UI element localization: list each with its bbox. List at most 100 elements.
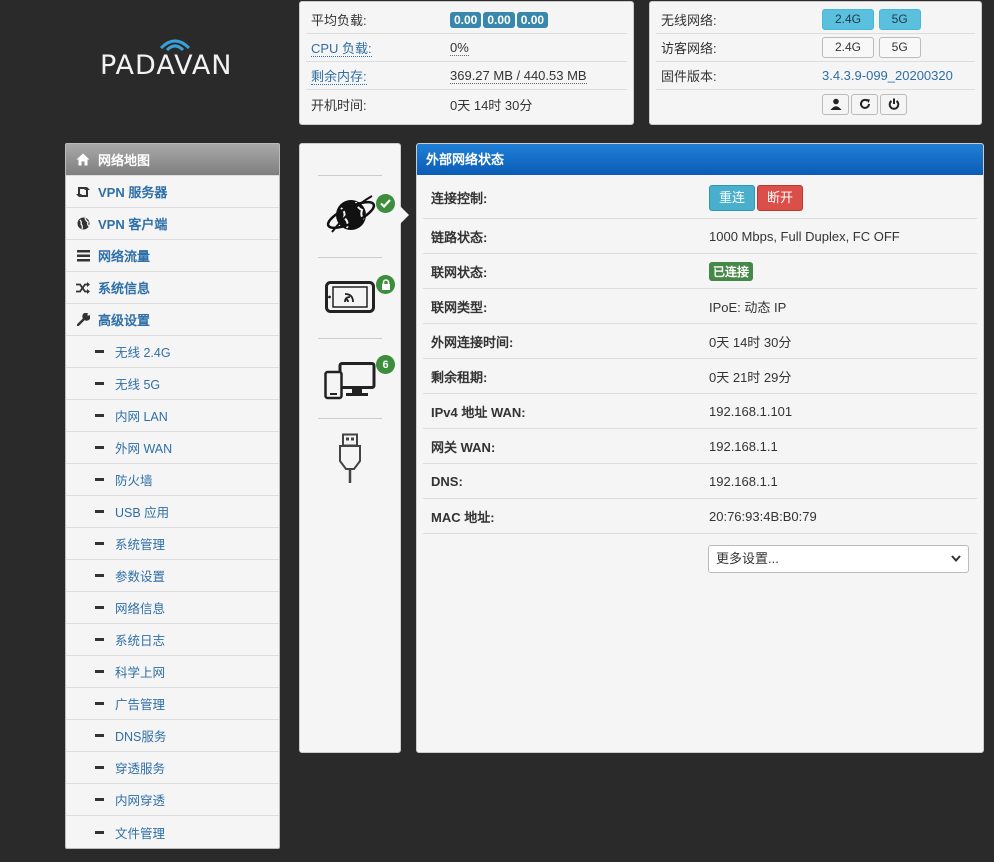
- wireless-24g-button[interactable]: 2.4G: [822, 9, 875, 30]
- logo-text: PADAVAN: [100, 50, 233, 81]
- sidebar-sub-lan-tunnel[interactable]: 内网穿透: [66, 784, 279, 816]
- divider: [318, 338, 382, 339]
- gateway-wan-label: 网关 WAN:: [431, 439, 496, 455]
- table-row: 联网状态: 已连接: [423, 254, 977, 289]
- sidebar-sub-wan[interactable]: 外网 WAN: [66, 432, 279, 464]
- table-row: 链路状态: 1000 Mbps, Full Duplex, FC OFF: [423, 219, 977, 254]
- sidebar-sub-penetration[interactable]: 穿透服务: [66, 752, 279, 784]
- divider: [318, 418, 382, 419]
- sidebar-sub-usb[interactable]: USB 应用: [66, 496, 279, 528]
- sidebar-sub-label: 参数设置: [115, 570, 166, 584]
- dash-icon: [95, 766, 104, 769]
- refresh-button[interactable]: [851, 93, 878, 115]
- sidebar-sub-wireless-24g[interactable]: 无线 2.4G: [66, 336, 279, 368]
- user-icon: [830, 98, 841, 110]
- sidebar-item-advanced[interactable]: 高级设置: [66, 304, 279, 336]
- sidebar-sub-label: 内网穿透: [115, 794, 166, 808]
- internet-button[interactable]: [324, 188, 378, 245]
- gateway-wan-value: 192.168.1.1: [709, 438, 778, 454]
- dash-icon: [95, 478, 104, 481]
- reconnect-button[interactable]: 重连: [709, 184, 756, 211]
- usb-button[interactable]: [337, 433, 363, 488]
- sidebar-sub-system-admin[interactable]: 系统管理: [66, 528, 279, 560]
- wan-status-table: 连接控制: 重连 断开 链路状态: 1000 Mbps, Full Duplex,…: [423, 177, 977, 534]
- sidebar-sub-file-manager[interactable]: 文件管理: [66, 816, 279, 848]
- firmware-version-link[interactable]: 3.4.3.9-099_20200320: [822, 68, 953, 83]
- sidebar-sub-network-info[interactable]: 网络信息: [66, 592, 279, 624]
- sidebar-sub-label: 文件管理: [115, 826, 166, 841]
- sidebar-menu: 网络地图 VPN 服务器 VPN 客户端 网络流量 系统信息 高级设置 无线 2…: [65, 143, 280, 849]
- sidebar-item-label: VPN 客户端: [98, 217, 168, 232]
- table-row: 剩余租期: 0天 21时 29分: [423, 359, 977, 394]
- selection-arrow: [400, 206, 409, 224]
- load-average-row: 平均负载: 0.00 0.00 0.00: [306, 6, 627, 34]
- dns-label: DNS:: [431, 473, 463, 489]
- dash-icon: [95, 798, 104, 801]
- divider: [318, 175, 382, 176]
- connection-control-label: 连接控制:: [431, 191, 488, 206]
- more-settings-select[interactable]: 更多设置...: [708, 545, 969, 573]
- table-row: DNS: 192.168.1.1: [423, 464, 977, 499]
- usb-icon: [339, 433, 361, 483]
- mac-address-value: 20:76:93:4B:B0:79: [709, 508, 817, 524]
- sidebar-sub-parameters[interactable]: 参数设置: [66, 560, 279, 592]
- sidebar-item-label: 系统信息: [98, 281, 151, 296]
- user-button[interactable]: [822, 93, 849, 115]
- clients-count-badge: 6: [376, 355, 395, 374]
- lease-remaining-value: 0天 21时 29分: [709, 369, 792, 385]
- ipv4-wan-value: 192.168.1.101: [709, 403, 793, 419]
- guest-network-label: 访客网络:: [661, 41, 717, 56]
- sidebar-sub-proxy[interactable]: 科学上网: [66, 656, 279, 688]
- power-button[interactable]: [880, 93, 907, 115]
- sidebar-sub-label: 无线 5G: [115, 378, 161, 392]
- link-status-label: 链路状态:: [431, 229, 488, 245]
- free-memory-link[interactable]: 剩余内存:: [311, 69, 367, 85]
- sidebar-item-traffic[interactable]: 网络流量: [66, 240, 279, 272]
- wan-uptime-value: 0天 14时 30分: [709, 334, 792, 350]
- dash-icon: [95, 542, 104, 545]
- cpu-load-link[interactable]: CPU 负载:: [311, 41, 372, 57]
- wireless-tablet-icon: [325, 281, 375, 313]
- sidebar-sub-lan[interactable]: 内网 LAN: [66, 400, 279, 432]
- cpu-load-row: CPU 负载: 0%: [306, 34, 627, 62]
- sidebar-item-network-map[interactable]: 网络地图: [66, 144, 279, 176]
- guest-5g-button[interactable]: 5G: [878, 37, 921, 58]
- sidebar-sub-label: 系统日志: [115, 634, 166, 648]
- table-row: 连接控制: 重连 断开: [423, 177, 977, 219]
- dash-icon: [95, 414, 104, 417]
- dash-icon: [95, 574, 104, 577]
- sidebar-item-label: 网络流量: [98, 249, 151, 264]
- link-status-value: 1000 Mbps, Full Duplex, FC OFF: [709, 228, 900, 244]
- sidebar-sub-label: 穿透服务: [115, 762, 166, 776]
- guest-24g-button[interactable]: 2.4G: [822, 37, 875, 58]
- disconnect-button[interactable]: 断开: [757, 184, 804, 211]
- sidebar-item-vpn-server[interactable]: VPN 服务器: [66, 176, 279, 208]
- dash-icon: [95, 382, 104, 385]
- sidebar-sub-dns[interactable]: DNS服务: [66, 720, 279, 752]
- sidebar-sub-adblock[interactable]: 广告管理: [66, 688, 279, 720]
- uptime-row: 开机时间: 0天 14时 30分: [306, 90, 627, 118]
- more-settings-selected: 更多设置...: [716, 551, 779, 566]
- dash-icon: [95, 830, 104, 834]
- sidebar-sub-firewall[interactable]: 防火墙: [66, 464, 279, 496]
- table-row: MAC 地址: 20:76:93:4B:B0:79: [423, 499, 977, 534]
- sidebar-sub-label: 科学上网: [115, 666, 166, 680]
- padavan-logo: PADAVAN: [100, 30, 250, 94]
- sidebar-sub-wireless-5g[interactable]: 无线 5G: [66, 368, 279, 400]
- clients-button[interactable]: [324, 362, 376, 403]
- wireless-firmware-panel: 无线网络: 2.4G 5G 访客网络: 2.4G 5G 固件版本: 3.4.3.…: [649, 1, 982, 125]
- dash-icon: [95, 606, 104, 609]
- wireless-5g-button[interactable]: 5G: [878, 9, 921, 30]
- connection-status-label: 联网状态:: [431, 264, 488, 280]
- sidebar-item-vpn-client[interactable]: VPN 客户端: [66, 208, 279, 240]
- table-row: 外网连接时间: 0天 14时 30分: [423, 324, 977, 359]
- wireless-button[interactable]: [325, 281, 375, 316]
- sidebar-item-system-info[interactable]: 系统信息: [66, 272, 279, 304]
- sidebar-item-label: 网络地图: [98, 153, 151, 168]
- dns-value: 192.168.1.1: [709, 473, 778, 489]
- connection-type-label: 联网类型:: [431, 299, 488, 315]
- system-stats-panel: 平均负载: 0.00 0.00 0.00 CPU 负载: 0% 剩余内存: 369.…: [299, 1, 634, 125]
- guest-network-row: 访客网络: 2.4G 5G: [656, 34, 975, 62]
- sidebar-sub-system-log[interactable]: 系统日志: [66, 624, 279, 656]
- mac-address-label: MAC 地址:: [431, 509, 495, 525]
